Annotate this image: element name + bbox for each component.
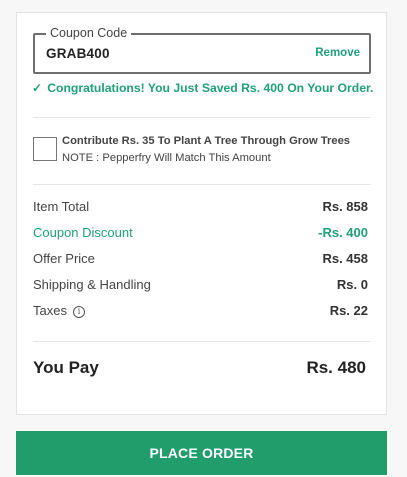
plant-tree-note: NOTE : Pepperfry Will Match This Amount bbox=[62, 152, 271, 164]
offer-price-label: Offer Price bbox=[33, 251, 95, 266]
taxes-value: Rs. 22 bbox=[329, 303, 368, 318]
taxes-row: Taxes i Rs. 22 bbox=[33, 303, 368, 321]
item-total-row: Item Total Rs. 858 bbox=[33, 199, 368, 217]
check-icon: ✓ bbox=[32, 81, 43, 95]
offer-price-row: Offer Price Rs. 458 bbox=[33, 251, 368, 269]
shipping-label: Shipping & Handling bbox=[33, 277, 151, 292]
place-order-button[interactable]: PLACE ORDER bbox=[16, 431, 387, 475]
coupon-success-text: Congratulations! You Just Saved Rs. 400 … bbox=[47, 81, 374, 95]
coupon-discount-label: Coupon Discount bbox=[33, 225, 133, 240]
coupon-discount-value: -Rs. 400 bbox=[318, 225, 368, 240]
coupon-code-value[interactable]: GRAB400 bbox=[46, 46, 110, 61]
item-total-label: Item Total bbox=[33, 199, 90, 214]
order-summary-card: Coupon Code GRAB400 Remove ✓ Congratulati… bbox=[16, 12, 387, 415]
divider bbox=[33, 117, 371, 118]
offer-price-value: Rs. 458 bbox=[322, 251, 368, 266]
taxes-label-wrap: Taxes i bbox=[33, 303, 85, 318]
divider bbox=[33, 184, 371, 185]
taxes-label: Taxes bbox=[33, 303, 67, 318]
divider bbox=[33, 341, 371, 342]
shipping-row: Shipping & Handling Rs. 0 bbox=[33, 277, 368, 295]
coupon-code-field[interactable]: Coupon Code GRAB400 Remove bbox=[33, 25, 371, 74]
coupon-code-label: Coupon Code bbox=[46, 25, 132, 41]
coupon-discount-row: Coupon Discount -Rs. 400 bbox=[33, 225, 368, 243]
shipping-value: Rs. 0 bbox=[336, 277, 368, 292]
plant-tree-title: Contribute Rs. 35 To Plant A Tree Throug… bbox=[62, 135, 351, 147]
you-pay-value: Rs. 480 bbox=[306, 358, 366, 377]
remove-coupon-button[interactable]: Remove bbox=[315, 47, 360, 59]
info-icon[interactable]: i bbox=[72, 305, 85, 318]
plant-tree-checkbox[interactable] bbox=[33, 137, 57, 161]
coupon-success-message: ✓ Congratulations! You Just Saved Rs. 400… bbox=[32, 81, 373, 95]
item-total-value: Rs. 858 bbox=[322, 199, 368, 214]
you-pay-label: You Pay bbox=[33, 358, 99, 377]
